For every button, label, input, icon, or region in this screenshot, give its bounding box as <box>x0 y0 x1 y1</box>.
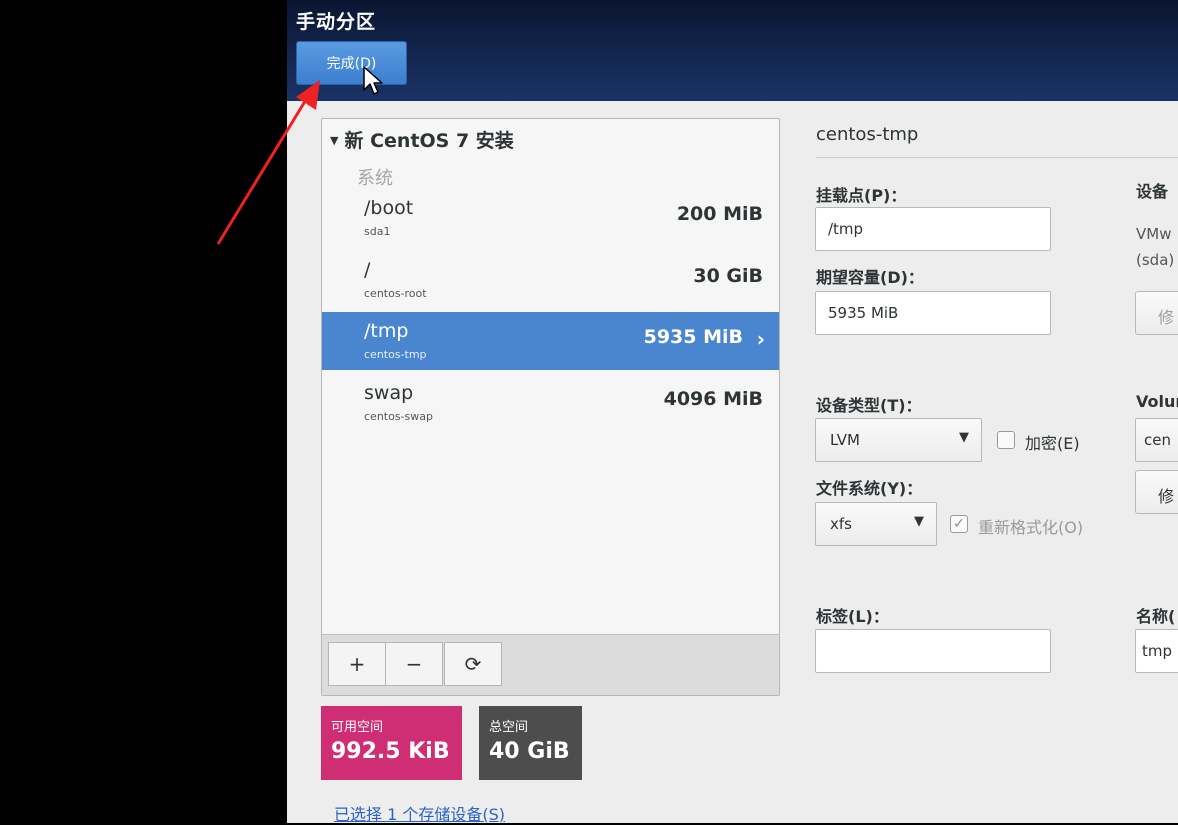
page-title: 手动分区 <box>296 11 377 33</box>
done-button[interactable]: 完成(D) <box>296 41 407 85</box>
chevron-right-icon: › <box>756 327 765 351</box>
device-name: centos-root <box>364 287 427 300</box>
mount-point-label: 挂载点(P)： <box>816 186 907 205</box>
add-partition-button[interactable]: + <box>328 642 386 686</box>
dropdown-arrow-icon: ▼ <box>959 430 969 445</box>
filesystem-label: 文件系统(Y)： <box>816 479 923 498</box>
volume-group-label: Volur <box>1136 392 1178 411</box>
mount-point: /boot <box>364 197 414 219</box>
partition-toolbar: + − ⟳ <box>322 634 779 695</box>
system-group-label: 系统 <box>357 168 393 189</box>
device-name: centos-swap <box>364 410 433 423</box>
mount-point: / <box>364 259 371 281</box>
partition-row-root[interactable]: / centos-root 30 GiB <box>322 251 779 309</box>
partition-size: 30 GiB <box>693 265 763 287</box>
device-type-value: LVM <box>830 431 860 449</box>
partition-row-swap[interactable]: swap centos-swap 4096 MiB <box>322 374 779 432</box>
name-input[interactable]: tmp <box>1135 629 1178 673</box>
device-type-label: 设备类型(T)： <box>816 396 922 415</box>
installer-window: 手动分区 完成(D) ▼ 新 CentOS 7 安装 系统 /boot sda1 … <box>0 0 1178 825</box>
detail-title: centos-tmp <box>816 124 919 145</box>
mount-point-input[interactable] <box>815 207 1051 251</box>
desired-capacity-label: 期望容量(D)： <box>816 268 924 287</box>
partition-size: 5935 MiB <box>643 326 743 348</box>
header-bar: 手动分区 完成(D) <box>287 0 1178 101</box>
desired-capacity-input[interactable] <box>815 291 1051 335</box>
remove-partition-button[interactable]: − <box>385 642 443 686</box>
device-type-select[interactable]: LVM ▼ <box>815 418 982 462</box>
device-description: VMw <box>1136 225 1172 243</box>
mouse-pointer-icon <box>363 66 383 95</box>
encrypt-checkbox[interactable] <box>997 431 1015 449</box>
total-space-box: 总空间 40 GiB <box>479 706 582 780</box>
partition-size: 200 MiB <box>676 203 763 225</box>
available-space-box: 可用空间 992.5 KiB <box>321 706 462 780</box>
reformat-checkbox[interactable]: ✓ <box>950 515 968 533</box>
dropdown-arrow-icon: ▼ <box>914 514 924 529</box>
modify-devices-button[interactable]: 修 <box>1135 291 1178 335</box>
divider <box>816 157 1178 158</box>
device-name: sda1 <box>364 225 391 238</box>
selected-devices-link[interactable]: 已选择 1 个存储设备(S) <box>334 801 505 825</box>
name-label: 名称( <box>1136 607 1176 626</box>
partition-size: 4096 MiB <box>663 388 763 410</box>
install-title: 新 CentOS 7 安装 <box>344 130 514 152</box>
install-group-header[interactable]: ▼ 新 CentOS 7 安装 <box>330 126 514 153</box>
device-name: centos-tmp <box>364 348 427 361</box>
available-space-value: 992.5 KiB <box>331 739 450 764</box>
refresh-button[interactable]: ⟳ <box>444 642 502 686</box>
total-space-label: 总空间 <box>489 720 529 735</box>
label-field-label: 标签(L)： <box>816 607 889 626</box>
main-panel: ▼ 新 CentOS 7 安装 系统 /boot sda1 200 MiB / c… <box>287 101 1178 825</box>
modify-volume-group-button[interactable]: 修 <box>1135 470 1178 514</box>
partition-row-boot[interactable]: /boot sda1 200 MiB <box>322 189 779 247</box>
partition-row-tmp[interactable]: /tmp centos-tmp 5935 MiB › <box>322 312 779 370</box>
label-input[interactable] <box>815 629 1051 673</box>
partition-list: ▼ 新 CentOS 7 安装 系统 /boot sda1 200 MiB / c… <box>321 118 780 696</box>
volume-group-select[interactable]: cen <box>1135 418 1178 462</box>
mount-point: swap <box>364 382 414 404</box>
total-space-value: 40 GiB <box>489 739 570 764</box>
devices-label: 设备 <box>1136 182 1169 201</box>
expander-triangle-icon[interactable]: ▼ <box>330 134 338 147</box>
mount-point: /tmp <box>364 320 409 342</box>
encrypt-label: 加密(E) <box>1025 434 1080 453</box>
filesystem-value: xfs <box>830 515 852 533</box>
reformat-label: 重新格式化(O) <box>978 518 1084 537</box>
filesystem-select[interactable]: xfs ▼ <box>815 502 937 546</box>
device-identifier: (sda) <box>1136 251 1175 269</box>
available-space-label: 可用空间 <box>331 720 384 735</box>
